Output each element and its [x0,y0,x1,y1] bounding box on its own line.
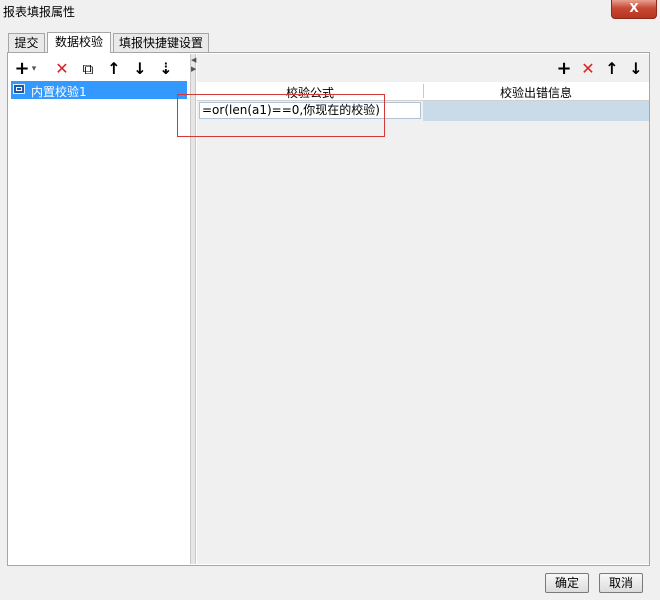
window-title: 报表填报属性 [3,5,76,19]
tree-item-builtin-validation[interactable]: 内置校验1 [11,81,187,99]
move-up-button[interactable]: ↑ [103,58,125,80]
validation-list-pane: + ▾ ✕ ⧉ ↑ ↓ ⇣ 内置校验1 [9,54,189,564]
tab-shortcut-settings[interactable]: 填报快捷键设置 [113,33,209,52]
column-header-formula: 校验公式 [285,86,334,100]
copy-button[interactable]: ⧉ [77,58,99,80]
delete-button[interactable]: ✕ [51,58,73,80]
error-message-cell[interactable] [423,101,649,121]
formula-cell[interactable]: =or(len(a1)==0,你现在的校验) [199,102,421,119]
row-down-button[interactable]: ↓ [625,58,647,80]
collapse-right-icon[interactable]: ▶ [191,66,196,73]
row-up-button[interactable]: ↑ [601,58,623,80]
tab-data-validation[interactable]: 数据校验 [47,32,111,53]
close-button[interactable]: X [611,0,657,19]
column-header-error-message: 校验出错信息 [499,86,572,100]
add-row-button[interactable]: + [553,58,575,80]
delete-row-button[interactable]: ✕ [577,58,599,80]
validation-item-icon [13,84,25,94]
title-bar: 报表填报属性 X [0,0,660,22]
sort-button[interactable]: ⇣ [155,58,177,80]
tab-submit[interactable]: 提交 [8,33,45,52]
cancel-button[interactable]: 取消 [599,573,643,593]
ok-button[interactable]: 确定 [545,573,589,593]
pane-splitter[interactable]: ◀ ▶ [190,54,196,564]
tree-item-label: 内置校验1 [31,85,87,99]
collapse-left-icon[interactable]: ◀ [191,57,196,64]
tab-panel: + ▾ ✕ ⧉ ↑ ↓ ⇣ 内置校验1 ◀ ▶ + ✕ ↑ ↓ 校验公式 校验出… [7,52,650,566]
move-down-button[interactable]: ↓ [129,58,151,80]
grid-header: 校验公式 校验出错信息 [197,82,649,101]
right-toolbar: + ✕ ↑ ↓ [553,58,649,80]
formula-grid-pane: + ✕ ↑ ↓ 校验公式 校验出错信息 =or(len(a1)==0,你现在的校… [197,54,649,564]
table-row: =or(len(a1)==0,你现在的校验) [197,101,649,121]
add-dropdown-icon[interactable]: ▾ [29,58,39,80]
